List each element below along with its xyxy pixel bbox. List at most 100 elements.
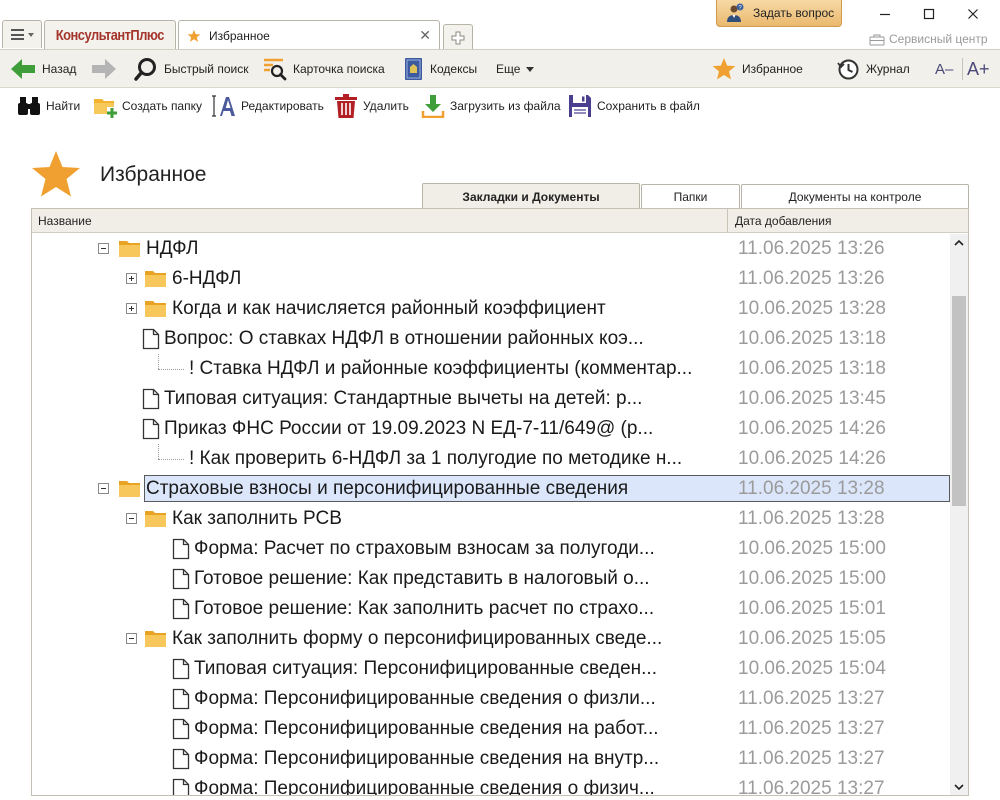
download-icon — [421, 95, 445, 118]
row-date: 10.06.2025 13:28 — [738, 298, 886, 319]
scroll-up-button[interactable] — [950, 234, 968, 251]
expand-icon[interactable] — [126, 273, 137, 284]
more-menu-button[interactable]: Еще — [496, 56, 535, 82]
tab-bookmarks-documents[interactable]: Закладки и Документы — [422, 183, 640, 209]
document-icon — [172, 718, 190, 745]
tree-folder-row[interactable]: НДФЛ 11.06.2025 13:26 — [32, 234, 950, 264]
tree-document-row[interactable]: Форма: Расчет по страховым взносам за по… — [32, 534, 950, 564]
font-smaller-label: A– — [935, 60, 954, 78]
column-header-name[interactable]: Название — [38, 214, 92, 228]
tree-document-row[interactable]: Готовое решение: Как представить в налог… — [32, 564, 950, 594]
favorites-button[interactable]: Избранное — [712, 56, 803, 82]
tree-document-row[interactable]: Типовая ситуация: Персонифицированные св… — [32, 654, 950, 684]
journal-label: Журнал — [866, 62, 910, 76]
page-title: Избранное — [100, 163, 207, 186]
back-button[interactable]: Назад — [10, 56, 76, 82]
tab-favorites[interactable]: Избранное ✕ — [178, 20, 440, 50]
ask-question-label: Задать вопрос — [753, 6, 835, 20]
minimize-icon — [880, 13, 890, 16]
find-button[interactable]: Найти — [17, 93, 80, 119]
more-label: Еще — [496, 62, 521, 76]
row-date: 10.06.2025 15:01 — [738, 598, 886, 619]
main-menu-button[interactable] — [2, 20, 42, 48]
document-icon — [172, 658, 190, 685]
tree-document-row[interactable]: Форма: Персонифицированные сведения о фи… — [32, 684, 950, 714]
row-title: Типовая ситуация: Стандартные вычеты на … — [164, 388, 643, 409]
collapse-icon[interactable] — [98, 483, 109, 494]
forward-button[interactable] — [91, 56, 117, 82]
row-date: 11.06.2025 13:26 — [738, 238, 885, 259]
document-icon — [142, 418, 160, 445]
tree-folder-row[interactable]: Как заполнить форму о персонифицированны… — [32, 624, 950, 654]
tree-document-row[interactable]: Готовое решение: Как заполнить расчет по… — [32, 594, 950, 624]
row-title: Как заполнить РСВ — [172, 508, 342, 529]
collapse-icon[interactable] — [126, 513, 137, 524]
edit-button[interactable]: Редактировать — [212, 93, 324, 119]
service-center-link[interactable]: Сервисный центр — [869, 32, 988, 46]
tree-folder-row[interactable]: Как заполнить РСВ 11.06.2025 13:28 — [32, 504, 950, 534]
row-date: 10.06.2025 14:26 — [738, 418, 886, 439]
tree-rows: НДФЛ 11.06.2025 13:26 6-НДФЛ 11.06.2025 13:… — [32, 234, 950, 795]
main-toolbar: Назад Быстрый поиск Карточка поиска Коде… — [0, 50, 1000, 88]
history-clock-icon — [837, 59, 859, 80]
edit-text-icon — [212, 95, 235, 117]
font-larger-label: A+ — [967, 58, 990, 79]
tree-document-row[interactable]: Форма: Персонифицированные сведения о фи… — [32, 774, 950, 795]
tree-document-row[interactable]: Форма: Персонифицированные сведения на в… — [32, 744, 950, 774]
tree-folder-row[interactable]: Страховые взносы и персонифицированные с… — [32, 474, 950, 504]
folder-icon — [144, 269, 168, 294]
binoculars-icon — [18, 97, 40, 115]
minimize-button[interactable] — [870, 4, 900, 24]
maximize-button[interactable] — [914, 4, 944, 24]
scroll-thumb[interactable] — [952, 296, 966, 506]
tab-documents-on-control[interactable]: Документы на контроле — [741, 184, 969, 209]
save-to-file-button[interactable]: Сохранить в файл — [568, 93, 700, 119]
close-tab-icon[interactable]: ✕ — [419, 28, 431, 42]
row-title: Типовая ситуация: Персонифицированные св… — [194, 658, 657, 679]
ask-question-button[interactable]: ? Задать вопрос — [716, 0, 842, 27]
column-header-date[interactable]: Дата добавления — [735, 214, 831, 228]
expand-icon[interactable] — [126, 303, 137, 314]
row-date: 10.06.2025 13:18 — [738, 358, 886, 379]
font-larger-button[interactable]: A+ — [967, 56, 990, 82]
quick-search-button[interactable]: Быстрый поиск — [134, 56, 248, 82]
tab-label: Избранное — [209, 28, 270, 43]
tree-folder-row[interactable]: Когда и как начисляется районный коэффиц… — [32, 294, 950, 324]
load-from-file-button[interactable]: Загрузить из файла — [421, 93, 561, 119]
row-title: Приказ ФНС России от 19.09.2023 N ЕД-7-1… — [164, 418, 654, 439]
document-icon — [172, 598, 190, 625]
row-date: 10.06.2025 15:00 — [738, 568, 886, 589]
journal-button[interactable]: Журнал — [836, 56, 910, 82]
font-smaller-button[interactable]: A– — [935, 56, 953, 82]
tree-document-row[interactable]: Форма: Персонифицированные сведения на р… — [32, 714, 950, 744]
load-from-file-label: Загрузить из файла — [450, 99, 561, 113]
codes-button[interactable]: Кодексы — [404, 56, 477, 82]
tree-bookmark-row[interactable]: ! Ставка НДФЛ и районные коэффициенты (к… — [32, 354, 950, 384]
close-window-button[interactable] — [958, 4, 988, 24]
document-icon — [172, 778, 190, 795]
tree-folder-row[interactable]: 6-НДФЛ 11.06.2025 13:26 — [32, 264, 950, 294]
brand-logo: КонсультантПлюс — [55, 27, 165, 44]
row-date: 10.06.2025 13:18 — [738, 328, 886, 349]
home-tab[interactable]: КонсультантПлюс — [44, 20, 176, 50]
vertical-scrollbar[interactable] — [950, 234, 968, 795]
row-date: 10.06.2025 15:05 — [738, 628, 886, 649]
collapse-icon[interactable] — [98, 243, 109, 254]
save-disk-icon — [569, 95, 591, 117]
new-tab-button[interactable] — [443, 24, 473, 50]
tree-bookmark-row[interactable]: ! Как проверить 6-НДФЛ за 1 полугодие по… — [32, 444, 950, 474]
row-title: Страховые взносы и персонифицированные с… — [146, 478, 629, 499]
tab-folders[interactable]: Папки — [641, 184, 740, 209]
favorites-tree-grid: Название Дата добавления НДФЛ 11.06.2025 … — [31, 208, 969, 796]
search-card-button[interactable]: Карточка поиска — [263, 56, 385, 82]
tree-document-row[interactable]: Приказ ФНС России от 19.09.2023 N ЕД-7-1… — [32, 414, 950, 444]
scroll-down-button[interactable] — [950, 779, 968, 795]
tree-document-row[interactable]: Вопрос: О ставках НДФЛ в отношении район… — [32, 324, 950, 354]
create-folder-button[interactable]: Создать папку — [93, 93, 202, 119]
tree-document-row[interactable]: Типовая ситуация: Стандартные вычеты на … — [32, 384, 950, 414]
document-icon — [142, 328, 160, 355]
row-title: ! Ставка НДФЛ и районные коэффициенты (к… — [189, 358, 693, 379]
collapse-icon[interactable] — [126, 633, 137, 644]
row-date: 11.06.2025 13:28 — [738, 508, 885, 529]
delete-button[interactable]: Удалить — [334, 93, 409, 119]
